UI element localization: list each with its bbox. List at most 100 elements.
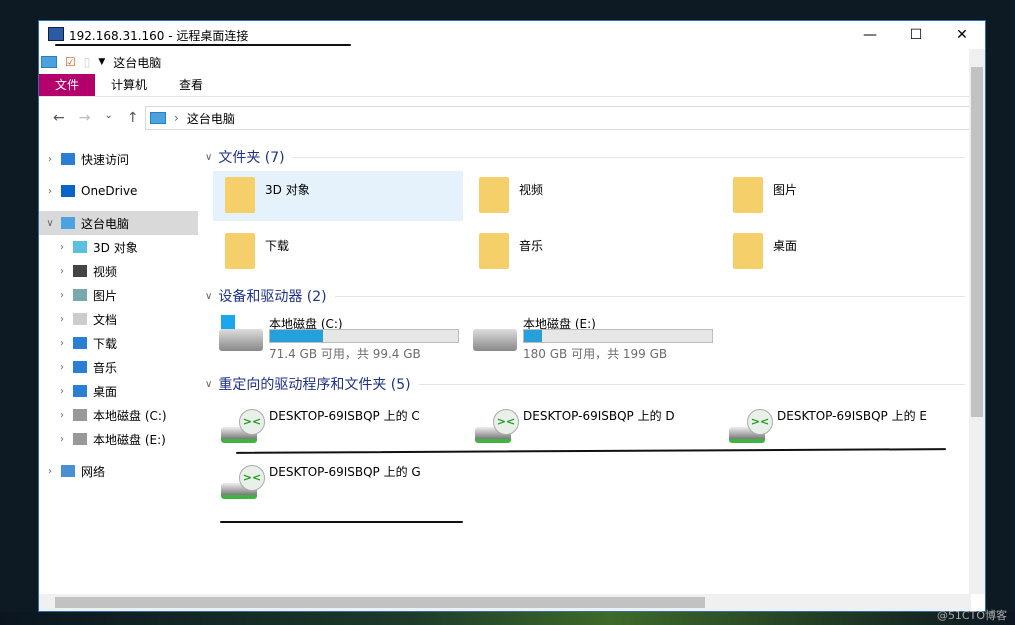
download-icon (73, 337, 87, 349)
redirected-drive-icon: >< (221, 465, 265, 501)
tree-item-label: 音乐 (93, 360, 118, 375)
star-icon (61, 153, 75, 165)
redirected-drive-item[interactable]: >< DESKTOP-69ISBQP 上的 C (213, 403, 463, 453)
horizontal-scrollbar[interactable] (39, 594, 971, 611)
drive-item[interactable]: 本地磁盘 (C:) 71.4 GB 可用，共 99.4 GB (213, 311, 463, 365)
redirected-drive-item[interactable]: >< DESKTOP-69ISBQP 上的 G (213, 459, 463, 509)
tab-view[interactable]: 查看 (163, 74, 219, 96)
tree-item[interactable]: › 快速访问 (39, 147, 198, 171)
drive-usage-bar (269, 329, 459, 343)
customize-dropdown-icon[interactable]: ▼ (98, 57, 105, 67)
folder-item[interactable]: 音乐 (467, 227, 717, 277)
vertical-scrollbar[interactable] (969, 49, 985, 594)
computer-icon (150, 112, 166, 124)
folder-item[interactable]: 视频 (467, 171, 717, 221)
tree-item[interactable]: › 音乐 (39, 355, 198, 379)
chevron-right-icon[interactable]: › (51, 410, 73, 421)
desktop-background (0, 612, 1015, 625)
chevron-down-icon: ∨ (205, 378, 213, 390)
tree-item-label: 这台电脑 (81, 216, 130, 231)
group-title: 重定向的驱动程序和文件夹 (5) (218, 377, 411, 393)
forward-button[interactable]: → (79, 110, 91, 126)
new-folder-icon[interactable]: ▯ (84, 55, 91, 69)
group-header-folders[interactable]: ∨ 文件夹 (7) (205, 147, 965, 167)
chevron-right-icon[interactable]: › (39, 154, 61, 165)
redirected-drive-icon: >< (475, 409, 519, 445)
folder-item[interactable]: 下载 (213, 227, 463, 277)
tab-file[interactable]: 文件 (39, 74, 96, 96)
tree-item-label: 网络 (81, 464, 106, 479)
tree-item-label: 图片 (93, 288, 118, 303)
tree-item[interactable]: › 下载 (39, 331, 198, 355)
chevron-right-icon[interactable]: › (51, 290, 73, 301)
properties-icon[interactable]: ☑ (65, 55, 76, 69)
tree-item[interactable]: › 3D 对象 (39, 235, 198, 259)
tree-item-label: 文档 (93, 312, 118, 327)
folder-item[interactable]: 3D 对象 (213, 171, 463, 221)
chevron-right-icon[interactable]: › (51, 266, 73, 277)
tree-item[interactable]: ∨ 这台电脑 (39, 211, 198, 235)
address-bar[interactable]: › 这台电脑 (145, 106, 985, 130)
redirected-drive-item[interactable]: >< DESKTOP-69ISBQP 上的 E (721, 403, 971, 453)
quick-access-toolbar: ☑ ▯ ▼ 这台电脑 (39, 51, 161, 73)
folder-item[interactable]: 桌面 (721, 227, 971, 277)
folder-icon (733, 233, 763, 269)
up-button[interactable]: ↑ (127, 110, 139, 126)
chevron-right-icon[interactable]: › (51, 362, 73, 373)
tree-item[interactable]: › 本地磁盘 (C:) (39, 403, 198, 427)
redirected-drive-label: DESKTOP-69ISBQP 上的 G (269, 465, 421, 479)
tree-item[interactable]: › 桌面 (39, 379, 198, 403)
tree-item[interactable]: › OneDrive (39, 179, 198, 203)
redirected-drive-icon: >< (221, 409, 265, 445)
scroll-thumb[interactable] (55, 597, 705, 608)
chevron-down-icon[interactable]: ∨ (39, 218, 61, 229)
network-icon (61, 465, 75, 477)
chevron-right-icon[interactable]: › (51, 338, 73, 349)
cube-icon (73, 241, 87, 253)
tree-item-label: 3D 对象 (93, 240, 138, 255)
redirected-drive-label: DESKTOP-69ISBQP 上的 E (777, 409, 928, 423)
tree-item[interactable]: › 文档 (39, 307, 198, 331)
tree-item-label: 桌面 (93, 384, 118, 399)
annotation-stroke (55, 44, 351, 46)
drive-space: 180 GB 可用，共 199 GB (523, 347, 668, 361)
remote-desktop-window: 192.168.31.160 - 远程桌面连接 — ☐ ✕ ☑ ▯ ▼ 这台电脑… (38, 20, 986, 612)
chevron-right-icon[interactable]: › (51, 434, 73, 445)
maximize-button[interactable]: ☐ (893, 21, 939, 49)
redirected-drive-label: DESKTOP-69ISBQP 上的 C (269, 409, 420, 423)
group-header-redirected[interactable]: ∨ 重定向的驱动程序和文件夹 (5) (205, 374, 965, 394)
redirected-drive-item[interactable]: >< DESKTOP-69ISBQP 上的 D (467, 403, 717, 453)
picture-icon (73, 289, 87, 301)
folder-label: 视频 (519, 183, 544, 197)
remote-desktop-icon (48, 27, 64, 41)
redirected-drive-label: DESKTOP-69ISBQP 上的 D (523, 409, 675, 423)
content-pane: ∨ 文件夹 (7) 3D 对象 视频 图片 下载 音乐 桌面 ∨ 设备和驱动器 (2) 本地磁… (199, 145, 971, 594)
recent-locations-button[interactable]: ⌄ (104, 110, 112, 126)
chevron-right-icon[interactable]: › (51, 314, 73, 325)
folder-icon (225, 233, 255, 269)
tab-computer[interactable]: 计算机 (95, 74, 163, 96)
back-button[interactable]: ← (53, 110, 65, 126)
folder-item[interactable]: 图片 (721, 171, 971, 221)
hard-drive-icon (473, 329, 517, 351)
tree-item[interactable]: › 视频 (39, 259, 198, 283)
close-button[interactable]: ✕ (939, 21, 985, 49)
tree-item-label: 视频 (93, 264, 118, 279)
group-title: 设备和驱动器 (2) (218, 289, 327, 305)
folder-icon (733, 177, 763, 213)
chevron-right-icon[interactable]: › (39, 466, 61, 477)
chevron-right-icon[interactable]: › (51, 242, 73, 253)
drive-item[interactable]: 本地磁盘 (E:) 180 GB 可用，共 199 GB (467, 311, 717, 365)
chevron-right-icon[interactable]: › (39, 186, 61, 197)
tree-item[interactable]: › 本地磁盘 (E:) (39, 427, 198, 451)
chevron-right-icon: › (174, 111, 179, 125)
chevron-right-icon[interactable]: › (51, 386, 73, 397)
group-title: 文件夹 (7) (218, 150, 285, 166)
group-header-drives[interactable]: ∨ 设备和驱动器 (2) (205, 286, 965, 306)
folder-icon (225, 177, 255, 213)
tree-item[interactable]: › 图片 (39, 283, 198, 307)
redirected-drive-icon: >< (729, 409, 773, 445)
tree-item[interactable]: › 网络 (39, 459, 198, 483)
minimize-button[interactable]: — (847, 21, 893, 49)
scroll-thumb[interactable] (971, 67, 983, 417)
